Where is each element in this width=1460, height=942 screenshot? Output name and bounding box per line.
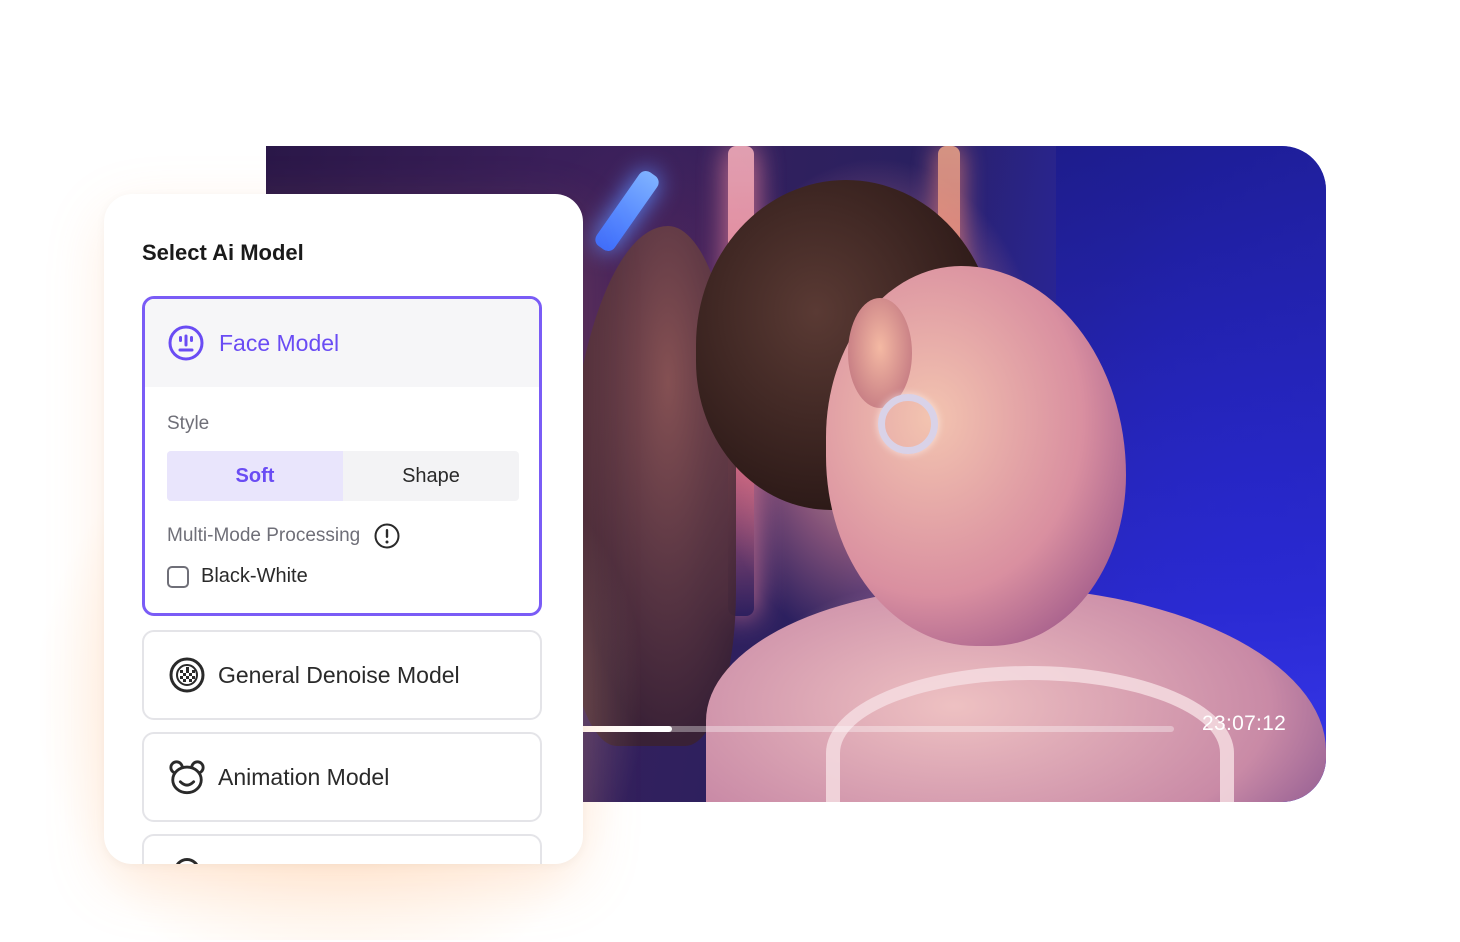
style-label: Style <box>167 413 210 434</box>
select-ai-model-panel: Select Ai Model Face Model Style Soft Sh… <box>104 194 583 864</box>
style-segmented-control: Soft Shape <box>167 451 519 501</box>
multimode-label: Multi-Mode Processing <box>167 525 361 546</box>
black-white-label: Black-White <box>201 565 308 587</box>
style-option-shape[interactable]: Shape <box>343 451 519 501</box>
model-card-denoise[interactable]: General Denoise Model <box>142 630 542 720</box>
subject-earring <box>878 394 938 454</box>
model-icon <box>174 858 200 864</box>
model-label: Face Model <box>219 329 340 356</box>
subject-ear <box>848 298 912 408</box>
black-white-option[interactable]: Black-White <box>167 565 308 588</box>
model-card-face-header[interactable]: Face Model <box>145 299 539 387</box>
style-option-soft[interactable]: Soft <box>167 451 343 501</box>
video-timecode: 23:07:12 <box>1202 712 1287 735</box>
model-label: General Denoise Model <box>218 661 460 688</box>
model-card-animation[interactable]: Animation Model <box>142 732 542 822</box>
multimode-row: Multi-Mode Processing <box>167 523 400 549</box>
black-white-checkbox[interactable] <box>167 565 189 588</box>
denoise-icon <box>168 656 206 694</box>
info-icon[interactable] <box>374 523 400 549</box>
face-model-icon <box>167 324 205 362</box>
video-progress-bar[interactable] <box>576 726 1174 732</box>
model-card-face[interactable]: Face Model Style Soft Shape Multi-Mode P… <box>142 296 542 616</box>
bear-icon <box>168 758 206 796</box>
model-label: Animation Model <box>218 763 390 790</box>
model-card-partial[interactable] <box>142 834 542 864</box>
panel-title: Select Ai Model <box>142 240 304 265</box>
